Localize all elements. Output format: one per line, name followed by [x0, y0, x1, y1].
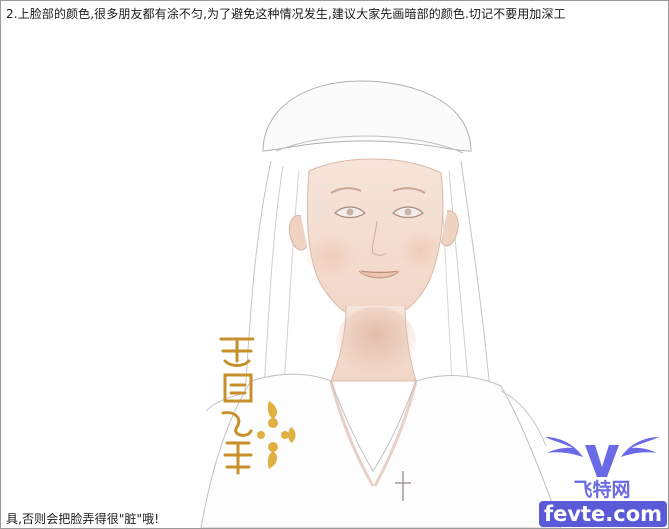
- illustration-frame: 2.上脸部的颜色,很多朋友都有涂不匀,为了避免这种情况发生,建议大家先画暗部的颜…: [0, 0, 669, 529]
- site-name: 飞特网: [573, 479, 631, 501]
- hat-shape: [262, 80, 472, 152]
- calligraphy-seal: [219, 337, 296, 475]
- tutorial-caption-bottom: 具,否则会把脸弄得很"脏"哦!: [6, 512, 160, 526]
- site-url: fevte.com: [539, 501, 667, 527]
- fevte-watermark: 飞特网 fevte.com: [537, 431, 667, 528]
- winged-v-logo-icon: [545, 437, 659, 477]
